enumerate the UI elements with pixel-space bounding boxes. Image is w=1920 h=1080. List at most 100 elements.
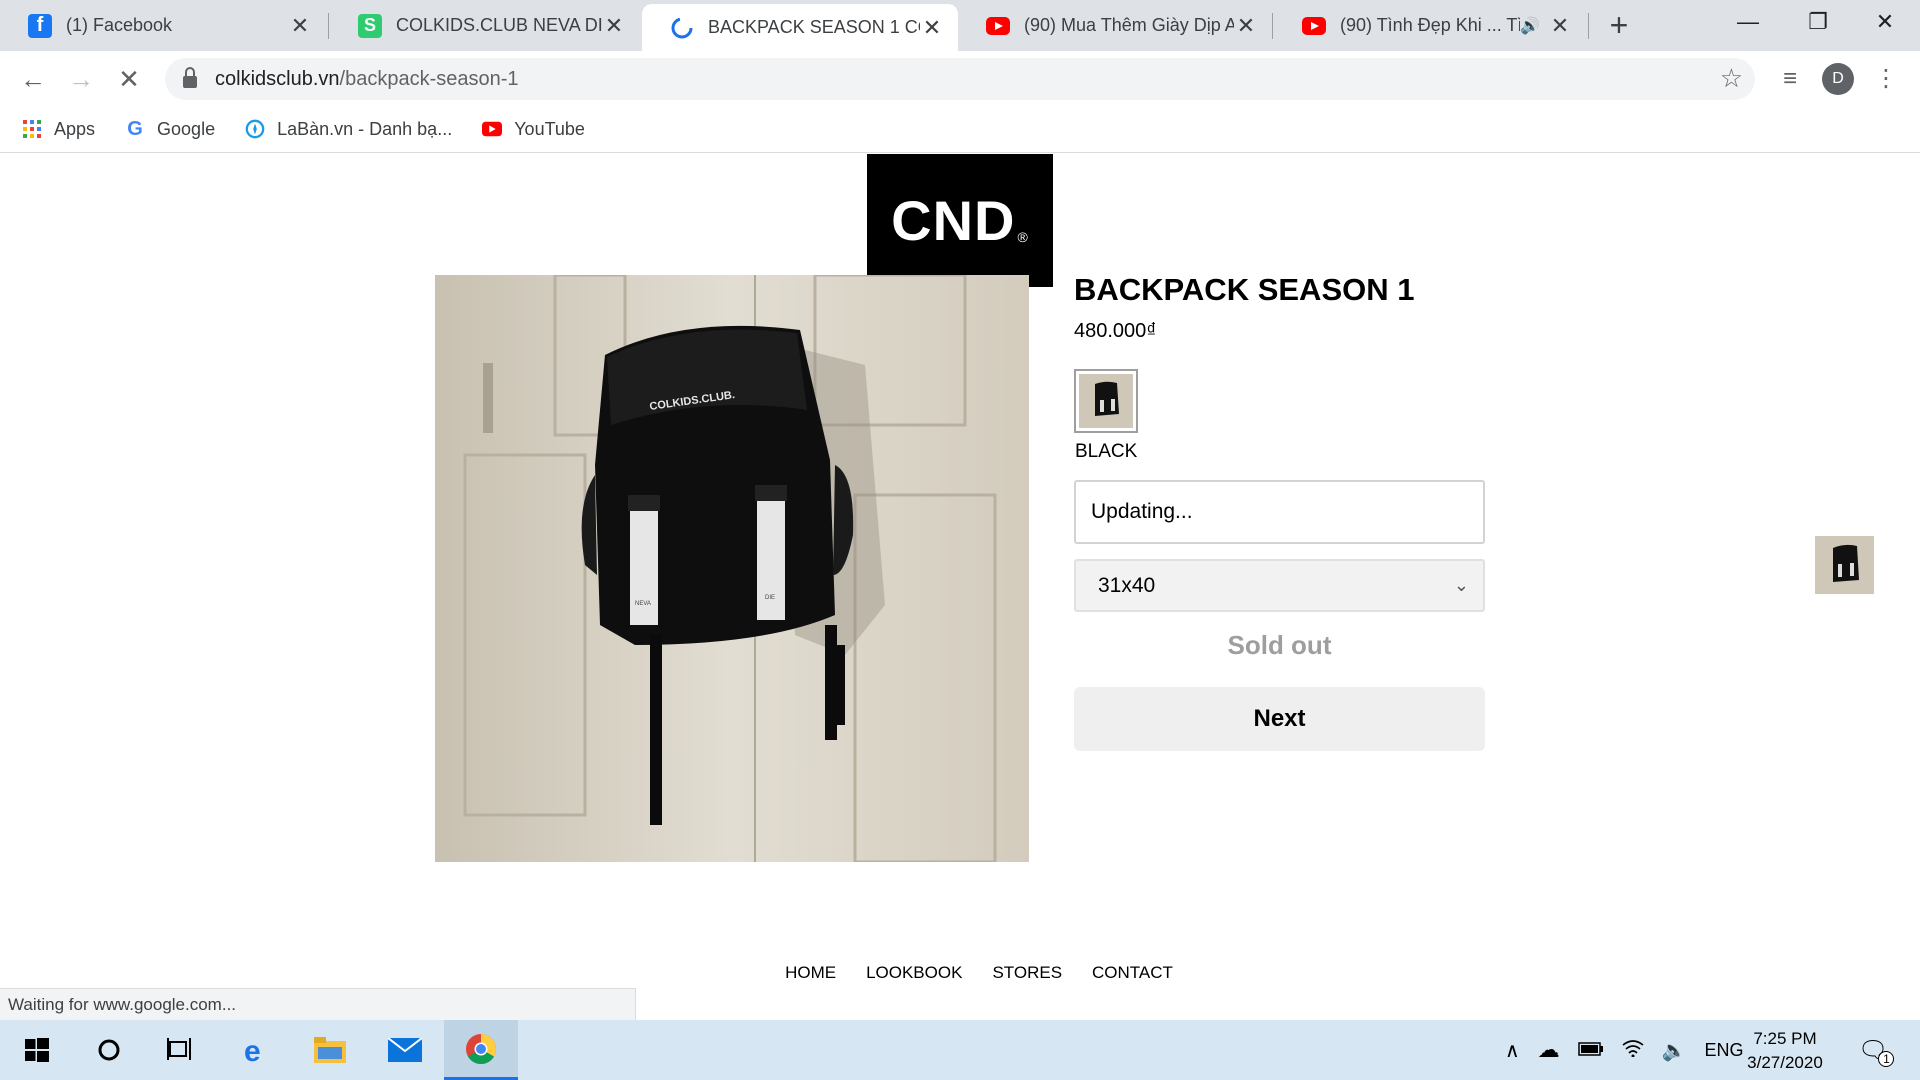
chevron-up-icon[interactable]: ∧ [1505,1038,1520,1063]
language-indicator[interactable]: ENG [1705,1040,1744,1061]
back-button[interactable]: ← [13,59,53,99]
task-view-icon [167,1038,191,1060]
registered-mark: ® [1017,229,1029,245]
footer-link-home[interactable]: HOME [785,963,836,983]
chevron-down-icon: ⌄ [1453,575,1469,595]
stop-loading-button[interactable]: ✕ [109,59,149,99]
browser-toolbar: ← → ✕ colkidsclub.vn/backpack-season-1 ☆… [0,51,1920,106]
start-button[interactable] [0,1020,74,1080]
menu-kebab-icon[interactable]: ⋮ [1870,63,1902,95]
clock-date: 3/27/2020 [1747,1053,1823,1072]
apps-grid-icon [22,119,42,139]
bookmark-apps[interactable]: Apps [22,119,95,140]
footer-link-lookbook[interactable]: LOOKBOOK [866,963,962,983]
youtube-icon [1302,14,1326,38]
avatar: D [1822,63,1854,95]
tab-title: (90) Tình Đẹp Khi ... Tìn [1340,15,1521,35]
product-price: 480.000₫ [1074,320,1157,342]
strap-print-left: NEVA [635,601,651,607]
mail-taskbar-button[interactable] [368,1020,442,1080]
close-tab-icon[interactable]: ✕ [920,15,944,41]
speaker-icon[interactable]: 🔊 [1520,16,1540,36]
tab-divider [1272,13,1273,39]
media-queue-icon[interactable]: ≡ [1774,63,1806,95]
notification-icon: 🗨 1 [1858,1036,1895,1067]
volume-icon[interactable]: 🔈 [1662,1038,1687,1063]
bookmark-youtube[interactable]: YouTube [482,119,585,140]
edge-taskbar-button[interactable]: e [219,1020,293,1080]
site-logo[interactable]: CND ® [867,154,1053,287]
backpack-photo: COLKIDS.CLUB. NEVA DIE [435,275,1029,862]
tab-youtube-2[interactable]: (90) Tình Đẹp Khi ... Tìn 🔊 ✕ [1274,0,1586,51]
tab-title: (90) Mua Thêm Giày Dịp Ai [1024,15,1234,35]
chrome-icon [466,1033,496,1064]
restore-button[interactable]: ❐ [1783,0,1853,44]
bookmark-google[interactable]: G Google [125,117,215,140]
lock-icon[interactable] [183,67,197,88]
close-tab-icon[interactable]: ✕ [1548,13,1572,39]
product-title: BACKPACK SEASON 1 [1074,272,1415,307]
footer-link-contact[interactable]: CONTACT [1092,963,1173,983]
tab-facebook[interactable]: f (1) Facebook ✕ [0,0,326,51]
color-swatch-black[interactable] [1074,369,1138,433]
url-path: /backpack-season-1 [339,67,519,90]
tab-title: (1) Facebook [66,15,173,35]
action-center-button[interactable]: 🗨 1 [1858,1020,1895,1080]
floating-thumbnail[interactable] [1815,536,1874,594]
bookmarks-bar: Apps G Google LaBàn.vn - Danh bạ... YouT… [0,106,1920,153]
forward-button[interactable]: → [61,59,101,99]
tab-strip: f (1) Facebook ✕ S COLKIDS.CLUB NEVA DIE… [0,0,1920,51]
footer-link-stores[interactable]: STORES [992,963,1062,983]
bookmark-laban[interactable]: LaBàn.vn - Danh bạ... [245,119,452,140]
compass-icon [245,119,265,139]
battery-icon[interactable] [1577,1040,1604,1061]
close-tab-icon[interactable]: ✕ [602,13,626,39]
variant-status-field[interactable]: Updating... [1074,480,1485,544]
loading-status-bubble: Waiting for www.google.com... [0,988,636,1021]
close-tab-icon[interactable]: ✕ [288,13,312,39]
size-select[interactable]: 31x40 ⌄ [1074,559,1485,612]
cortana-circle-icon [98,1039,120,1061]
next-button[interactable]: Next [1074,687,1485,751]
tab-colkids[interactable]: S COLKIDS.CLUB NEVA DIE ✕ [330,0,640,51]
cortana-search-button[interactable] [72,1020,146,1080]
tab-divider [1588,13,1589,39]
profile-avatar[interactable]: D [1822,63,1854,95]
file-explorer-button[interactable] [293,1020,367,1080]
close-window-button[interactable]: ✕ [1850,0,1920,44]
system-tray: ∧ ☁ 🔈 ENG [1505,1020,1744,1080]
svg-text:e: e [244,1035,261,1065]
bookmark-label: Apps [54,118,96,139]
edge-icon: e [244,1035,261,1065]
task-view-button[interactable] [143,1020,217,1080]
url-host: colkidsclub.vn [215,67,340,90]
address-bar[interactable]: colkidsclub.vn/backpack-season-1 ☆ [165,58,1755,100]
colkids-s-icon: S [358,13,382,38]
youtube-icon [482,119,503,139]
tab-divider [328,13,329,39]
tab-youtube-1[interactable]: (90) Mua Thêm Giày Dịp Ai ✕ [958,0,1272,51]
folder-icon [314,1037,346,1063]
clock-time: 7:25 PM [1753,1029,1817,1048]
tab-title: BACKPACK SEASON 1 COLK [708,17,920,37]
clock[interactable]: 7:25 PM 3/27/2020 [1740,1027,1830,1075]
google-icon: G [127,117,143,140]
bookmark-star-icon[interactable]: ☆ [1720,63,1743,94]
swatch-thumbnail [1079,374,1133,428]
notification-count: 1 [1878,1050,1895,1067]
color-label: BLACK [1075,441,1138,462]
onedrive-cloud-icon[interactable]: ☁ [1538,1037,1560,1063]
minimize-button[interactable]: — [1713,0,1783,44]
close-tab-icon[interactable]: ✕ [1234,13,1258,39]
product-main-image[interactable]: COLKIDS.CLUB. NEVA DIE [435,275,1029,862]
strap-print-right: DIE [765,595,775,601]
chrome-taskbar-button[interactable] [444,1020,518,1080]
url-text[interactable]: colkidsclub.vn/backpack-season-1 [215,68,519,91]
mail-icon [388,1038,422,1062]
windows-taskbar: e ∧ ☁ 🔈 ENG 7:25 PM 3/27/2020 🗨 1 [0,1020,1920,1080]
logo-text: CND [891,189,1016,252]
tab-backpack-active[interactable]: BACKPACK SEASON 1 COLK ✕ [642,4,958,51]
wifi-icon[interactable] [1622,1039,1644,1062]
sold-out-label: Sold out [1227,630,1332,660]
new-tab-button[interactable]: + [1604,6,1634,44]
